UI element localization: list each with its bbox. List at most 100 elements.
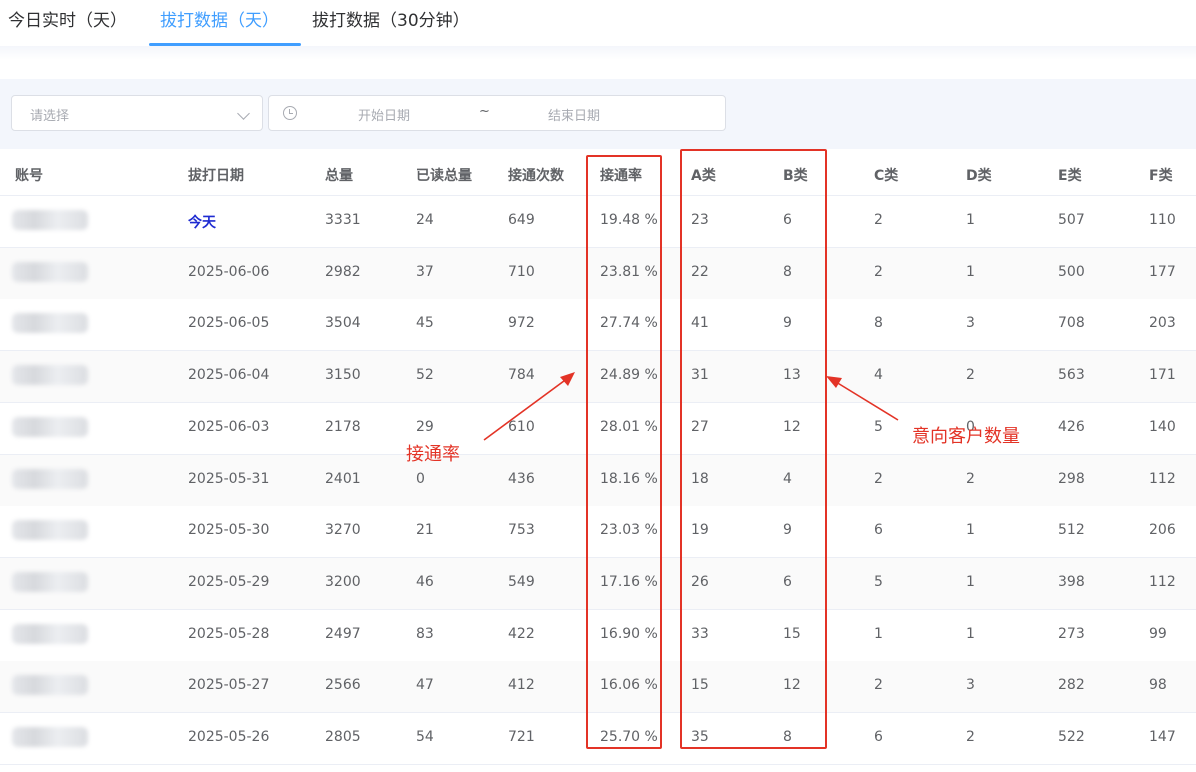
cell-read-total: 83 bbox=[416, 625, 434, 642]
cell-total: 3150 bbox=[325, 367, 361, 384]
cell-connected-count: 422 bbox=[508, 625, 535, 642]
table-row[interactable]: 2025-05-31 2401 0 436 18.16 % 18 4 2 2 298 112 bbox=[0, 454, 1196, 507]
tab-dial-data-day[interactable]: 拔打数据（天） bbox=[160, 6, 279, 31]
redacted-account bbox=[12, 210, 88, 230]
redacted-account bbox=[12, 727, 88, 747]
cell-b-class: 6 bbox=[783, 212, 792, 228]
cell-connected-count: 549 bbox=[508, 573, 535, 590]
annotation-intent-customers: 意向客户数量 bbox=[912, 426, 1020, 447]
cell-connected-count: 710 bbox=[508, 263, 535, 280]
cell-connect-rate: 18.16 % bbox=[600, 470, 658, 487]
cell-a-class: 35 bbox=[691, 729, 709, 745]
tab-dial-data-30min[interactable]: 拔打数据（30分钟） bbox=[312, 6, 470, 31]
table-row[interactable]: 2025-05-28 2497 83 422 16.90 % 33 15 1 1 273 99 bbox=[0, 609, 1196, 662]
cell-read-total: 47 bbox=[416, 677, 434, 694]
date-range-picker[interactable]: 开始日期 ~ 结束日期 bbox=[268, 95, 726, 131]
cell-b-class: 9 bbox=[783, 522, 792, 539]
col-connected-count[interactable]: 接通次数 bbox=[508, 165, 564, 185]
cell-b-class: 9 bbox=[783, 315, 792, 332]
table-row[interactable]: 2025-05-30 3270 21 753 23.03 % 19 9 6 1 512 206 bbox=[0, 506, 1196, 559]
cell-f-class: 140 bbox=[1149, 418, 1176, 435]
cell-f-class: 98 bbox=[1149, 677, 1167, 694]
filter-bar: 请选择 开始日期 ~ 结束日期 bbox=[0, 79, 1196, 149]
cell-connected-count: 972 bbox=[508, 315, 535, 332]
cell-connect-rate: 16.90 % bbox=[600, 625, 658, 642]
cell-c-class: 6 bbox=[874, 522, 883, 539]
cell-dial-date: 2025-05-26 bbox=[188, 729, 270, 745]
cell-c-class: 2 bbox=[874, 263, 883, 280]
cell-e-class: 522 bbox=[1058, 729, 1085, 745]
col-connect-rate[interactable]: 接通率 bbox=[600, 165, 642, 185]
cell-c-class: 5 bbox=[874, 573, 883, 590]
cell-d-class: 2 bbox=[966, 367, 975, 384]
cell-e-class: 426 bbox=[1058, 418, 1085, 435]
col-dial-date[interactable]: 拔打日期 bbox=[188, 165, 244, 185]
cell-f-class: 206 bbox=[1149, 522, 1176, 539]
cell-e-class: 563 bbox=[1058, 367, 1085, 384]
cell-f-class: 112 bbox=[1149, 470, 1176, 487]
cell-connect-rate: 17.16 % bbox=[600, 573, 658, 590]
cell-connect-rate: 23.03 % bbox=[600, 522, 658, 539]
tab-realtime-day[interactable]: 今日实时（天） bbox=[8, 6, 127, 31]
table-row[interactable]: 2025-05-26 2805 54 721 25.70 % 35 8 6 2 522 147 bbox=[0, 713, 1196, 765]
account-select[interactable]: 请选择 bbox=[11, 95, 263, 131]
range-separator: ~ bbox=[479, 104, 490, 119]
cell-connected-count: 610 bbox=[508, 418, 535, 435]
table-row[interactable]: 2025-06-06 2982 37 710 23.81 % 22 8 2 1 500 177 bbox=[0, 247, 1196, 300]
cell-read-total: 29 bbox=[416, 418, 434, 435]
start-date-input[interactable]: 开始日期 bbox=[358, 105, 410, 124]
end-date-input[interactable]: 结束日期 bbox=[548, 105, 600, 124]
cell-d-class: 1 bbox=[966, 263, 975, 280]
cell-b-class: 12 bbox=[783, 418, 801, 435]
col-a-class[interactable]: A类 bbox=[691, 165, 716, 185]
cell-a-class: 26 bbox=[691, 573, 709, 590]
cell-b-class: 4 bbox=[783, 470, 792, 487]
cell-total: 3331 bbox=[325, 212, 361, 228]
table-row[interactable]: 2025-06-04 3150 52 784 24.89 % 31 13 4 2 563 171 bbox=[0, 351, 1196, 404]
redacted-account bbox=[12, 520, 88, 541]
cell-total: 2401 bbox=[325, 470, 361, 487]
cell-total: 2178 bbox=[325, 418, 361, 435]
cell-read-total: 0 bbox=[416, 470, 425, 487]
cell-total: 3504 bbox=[325, 315, 361, 332]
cell-dial-date: 2025-06-03 bbox=[188, 418, 270, 435]
cell-a-class: 22 bbox=[691, 263, 709, 280]
cell-connected-count: 721 bbox=[508, 729, 535, 745]
cell-read-total: 46 bbox=[416, 573, 434, 590]
cell-connected-count: 753 bbox=[508, 522, 535, 539]
redacted-account bbox=[12, 675, 88, 696]
cell-b-class: 8 bbox=[783, 263, 792, 280]
col-total[interactable]: 总量 bbox=[325, 165, 353, 185]
table-row[interactable]: 2025-05-27 2566 47 412 16.06 % 15 12 2 3 282 98 bbox=[0, 661, 1196, 714]
cell-total: 2566 bbox=[325, 677, 361, 694]
cell-f-class: 99 bbox=[1149, 625, 1167, 642]
cell-read-total: 52 bbox=[416, 367, 434, 384]
cell-c-class: 1 bbox=[874, 625, 883, 642]
col-d-class[interactable]: D类 bbox=[966, 165, 992, 185]
cell-connect-rate: 24.89 % bbox=[600, 367, 658, 384]
col-c-class[interactable]: C类 bbox=[874, 165, 898, 185]
table-row[interactable]: 今天 3331 24 649 19.48 % 23 6 2 1 507 110 bbox=[0, 196, 1196, 248]
col-f-class[interactable]: F类 bbox=[1149, 165, 1173, 185]
cell-f-class: 147 bbox=[1149, 729, 1176, 745]
table-row[interactable]: 2025-05-29 3200 46 549 17.16 % 26 6 5 1 398 112 bbox=[0, 557, 1196, 610]
cell-dial-date: 今天 bbox=[188, 215, 216, 231]
col-read-total[interactable]: 已读总量 bbox=[416, 165, 472, 185]
cell-read-total: 21 bbox=[416, 522, 434, 539]
cell-a-class: 33 bbox=[691, 625, 709, 642]
cell-c-class: 2 bbox=[874, 212, 883, 228]
col-e-class[interactable]: E类 bbox=[1058, 165, 1082, 185]
cell-e-class: 507 bbox=[1058, 212, 1085, 228]
redacted-account bbox=[12, 365, 88, 386]
cell-total: 2497 bbox=[325, 625, 361, 642]
cell-e-class: 298 bbox=[1058, 470, 1085, 487]
cell-d-class: 2 bbox=[966, 729, 975, 745]
col-account[interactable]: 账号 bbox=[15, 165, 43, 185]
cell-connected-count: 649 bbox=[508, 212, 535, 228]
cell-connect-rate: 23.81 % bbox=[600, 263, 658, 280]
table-row[interactable]: 2025-06-05 3504 45 972 27.74 % 41 9 8 3 708 203 bbox=[0, 299, 1196, 352]
cell-f-class: 177 bbox=[1149, 263, 1176, 280]
col-b-class[interactable]: B类 bbox=[783, 165, 808, 185]
cell-total: 2982 bbox=[325, 263, 361, 280]
cell-e-class: 398 bbox=[1058, 573, 1085, 590]
